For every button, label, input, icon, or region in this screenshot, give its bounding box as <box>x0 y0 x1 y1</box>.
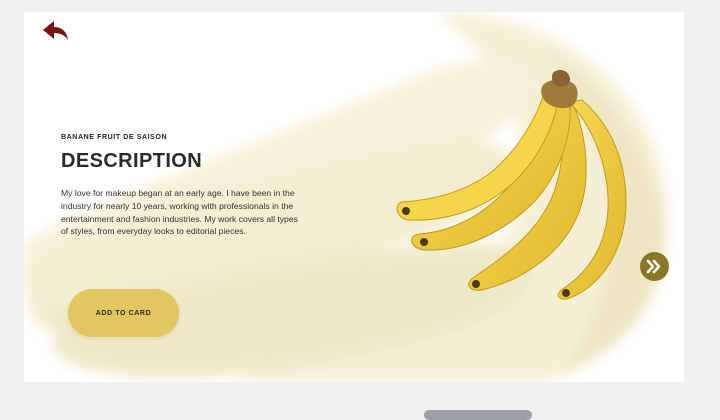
product-card: BANANE FRUIT DE SAISON DESCRIPTION My lo… <box>24 12 684 382</box>
banana-product-image <box>396 70 627 300</box>
product-description: My love for makeup began at an early age… <box>61 188 298 237</box>
back-arrow-icon <box>43 21 68 40</box>
back-button[interactable] <box>40 18 72 44</box>
double-chevron-right-icon <box>646 259 661 274</box>
next-button[interactable] <box>640 252 669 281</box>
add-to-cart-button[interactable]: ADD TO CARD <box>68 289 179 337</box>
scroll-indicator <box>424 410 532 420</box>
section-title: DESCRIPTION <box>61 150 203 172</box>
product-category: BANANE FRUIT DE SAISON <box>61 134 168 141</box>
